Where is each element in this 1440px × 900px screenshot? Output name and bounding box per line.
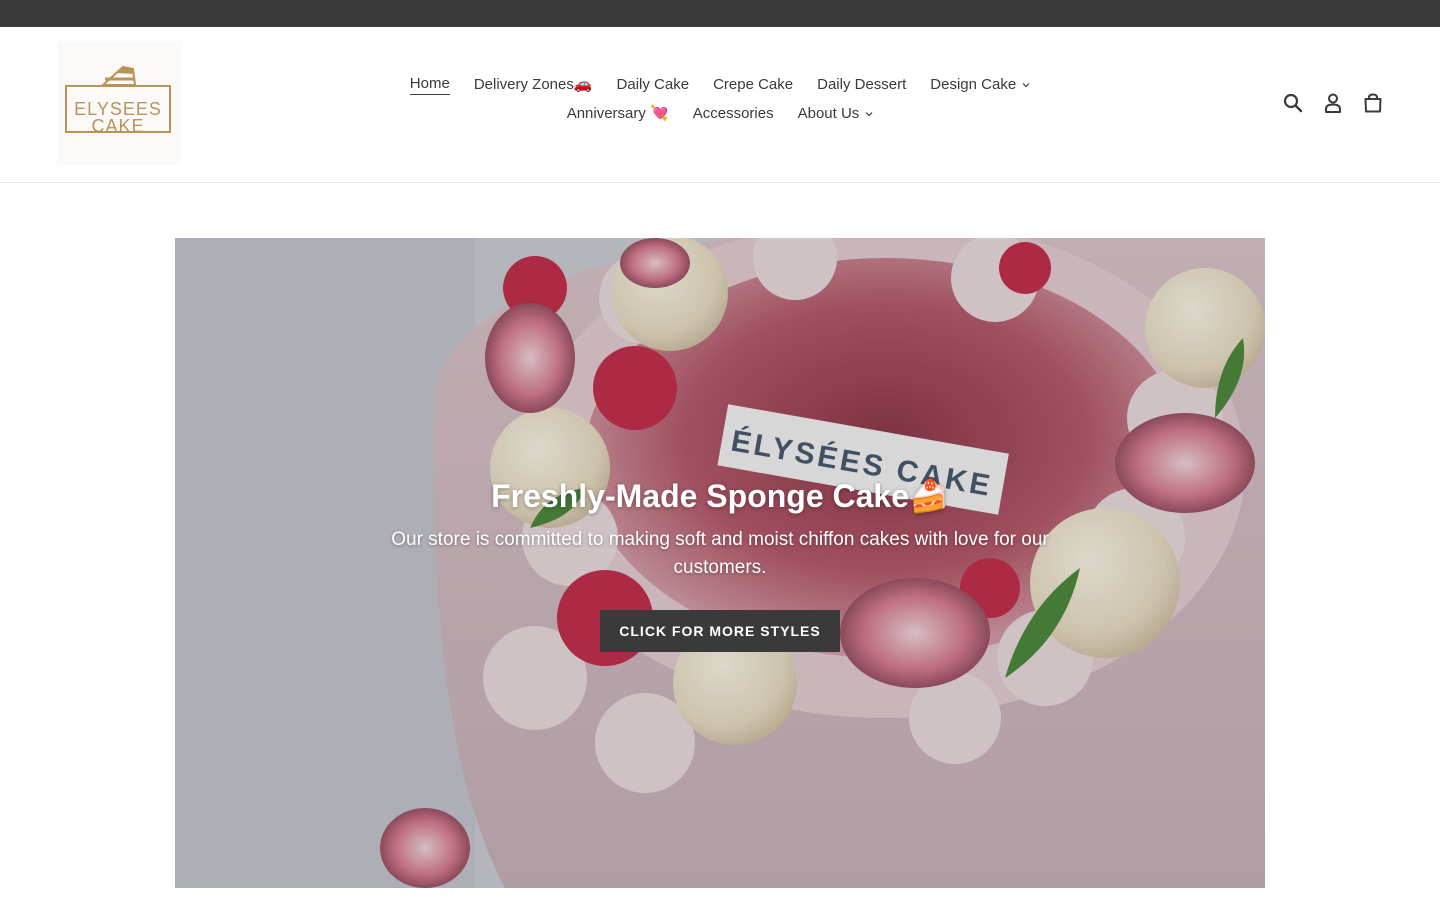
site-logo[interactable]: ELYSEES CAKE <box>57 41 181 165</box>
announcement-bar <box>0 0 1440 27</box>
hero-content: Freshly-Made Sponge Cake🍰 Our store is c… <box>175 476 1265 652</box>
nav-item-crepe-cake[interactable]: Crepe Cake <box>701 75 805 95</box>
search-button[interactable] <box>1282 91 1304 115</box>
main-navigation: Home Delivery Zones🚗 Daily Cake Crepe Ca… <box>390 74 1050 124</box>
more-styles-button[interactable]: CLICK FOR MORE STYLES <box>600 610 840 652</box>
svg-text:CAKE: CAKE <box>91 116 144 136</box>
nav-item-daily-dessert[interactable]: Daily Dessert <box>805 75 918 95</box>
nav-item-about-us[interactable]: About Us <box>786 104 886 124</box>
hero-subtitle: Our store is committed to making soft an… <box>391 529 1049 578</box>
account-button[interactable] <box>1322 91 1344 115</box>
nav-row-2: Anniversary 💘 Accessories About Us <box>555 104 886 124</box>
nav-item-accessories[interactable]: Accessories <box>681 104 786 124</box>
nav-item-design-cake[interactable]: Design Cake <box>918 75 1042 95</box>
cart-button[interactable] <box>1362 91 1384 115</box>
header-icons <box>1282 91 1384 115</box>
nav-row-1: Home Delivery Zones🚗 Daily Cake Crepe Ca… <box>398 74 1042 95</box>
chevron-down-icon <box>1022 82 1030 87</box>
nav-item-anniversary[interactable]: Anniversary 💘 <box>555 104 681 124</box>
nav-item-home[interactable]: Home <box>398 74 462 95</box>
account-icon <box>1325 93 1341 113</box>
chevron-down-icon <box>865 112 873 117</box>
search-icon <box>1283 93 1303 113</box>
nav-item-delivery-zones[interactable]: Delivery Zones🚗 <box>462 75 605 95</box>
hero-title: Freshly-Made Sponge Cake🍰 <box>491 478 949 514</box>
hero-banner: ÉLYSÉES CAKE Freshly-Made Sponge Cake🍰 O… <box>175 238 1265 888</box>
cart-icon <box>1364 93 1382 113</box>
site-header: ELYSEES CAKE Home Delivery Zones🚗 Daily … <box>0 27 1440 183</box>
nav-item-daily-cake[interactable]: Daily Cake <box>605 75 702 95</box>
